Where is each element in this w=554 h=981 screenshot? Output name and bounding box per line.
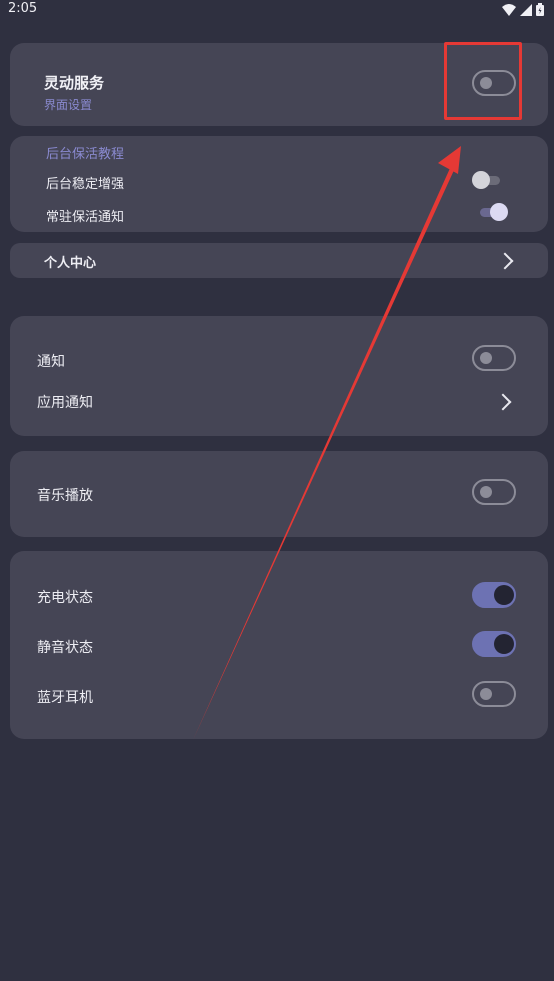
- annotation-arrow: [193, 146, 461, 740]
